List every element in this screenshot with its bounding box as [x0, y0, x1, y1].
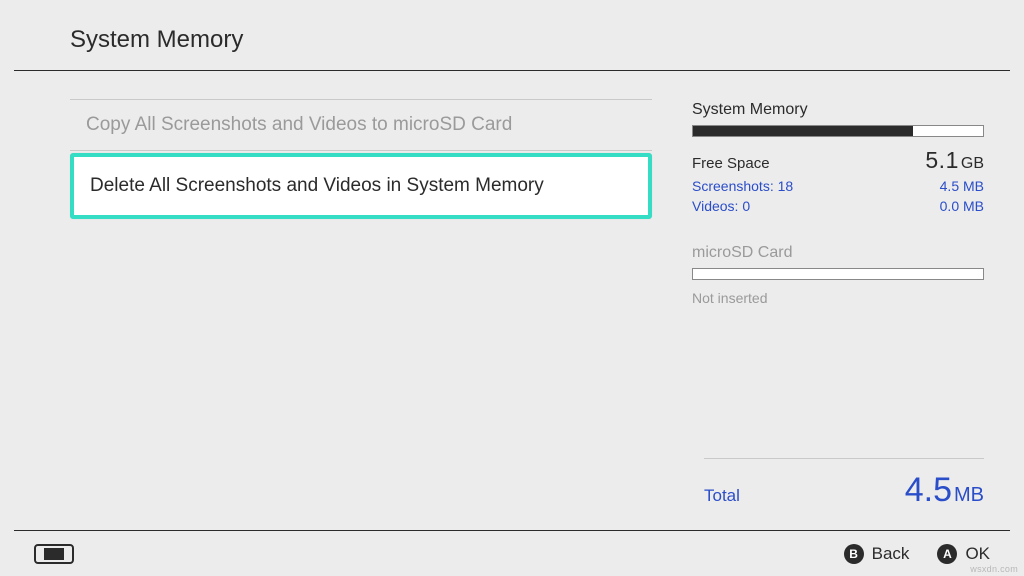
- videos-size: 0.0 MB: [940, 198, 984, 214]
- page-title: System Memory: [70, 26, 1010, 54]
- option-copy-to-sd[interactable]: Copy All Screenshots and Videos to micro…: [70, 100, 652, 151]
- system-memory-title: System Memory: [692, 101, 984, 119]
- system-memory-bar: [692, 125, 984, 137]
- storage-column: System Memory Free Space 5.1GB Screensho…: [652, 71, 1010, 306]
- back-label: Back: [872, 544, 910, 564]
- ok-label: OK: [965, 544, 990, 564]
- footer-bar: B Back A OK: [14, 530, 1010, 576]
- system-memory-section: System Memory Free Space 5.1GB Screensho…: [692, 101, 984, 214]
- videos-label: Videos: 0: [692, 198, 750, 214]
- totals-label: Total: [704, 486, 740, 506]
- watermark: wsxdn.com: [970, 564, 1018, 574]
- ok-button[interactable]: A OK: [937, 544, 990, 564]
- screenshots-size: 4.5 MB: [940, 178, 984, 194]
- sd-card-bar: [692, 268, 984, 280]
- screenshots-label: Screenshots: 18: [692, 178, 793, 194]
- sd-card-status: Not inserted: [692, 290, 984, 306]
- totals-value-wrap: 4.5MB: [905, 471, 984, 510]
- a-button-icon: A: [937, 544, 957, 564]
- controller-icon[interactable]: [34, 544, 74, 564]
- sd-card-title: microSD Card: [692, 244, 984, 262]
- page-header: System Memory: [14, 0, 1010, 71]
- options-column: Copy All Screenshots and Videos to micro…: [14, 71, 652, 306]
- back-button[interactable]: B Back: [844, 544, 910, 564]
- totals-unit: MB: [954, 484, 984, 506]
- b-button-icon: B: [844, 544, 864, 564]
- sd-card-section: microSD Card Not inserted: [692, 244, 984, 306]
- free-space-value: 5.1GB: [925, 147, 984, 174]
- screenshots-row[interactable]: Screenshots: 18 4.5 MB: [692, 178, 984, 194]
- free-space-row: Free Space 5.1GB: [692, 147, 984, 174]
- videos-row[interactable]: Videos: 0 0.0 MB: [692, 198, 984, 214]
- main-content: Copy All Screenshots and Videos to micro…: [0, 71, 1024, 306]
- footer-actions: B Back A OK: [844, 544, 990, 564]
- totals-row: Total 4.5MB: [704, 458, 984, 510]
- system-memory-bar-fill: [693, 126, 913, 136]
- free-space-label: Free Space: [692, 155, 770, 172]
- totals-value: 4.5: [905, 471, 952, 509]
- option-delete-all[interactable]: Delete All Screenshots and Videos in Sys…: [70, 153, 652, 219]
